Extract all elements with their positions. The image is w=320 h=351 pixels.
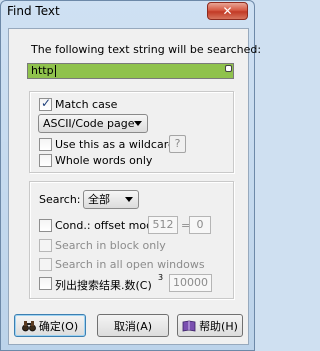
list-results-superscript: 3 — [158, 273, 164, 282]
search-prompt: The following text string will be search… — [31, 43, 262, 56]
wildcard-label: Use this as a wildcard: — [55, 138, 179, 151]
search-scope-selected: 全部 — [88, 193, 110, 206]
binoculars-icon — [21, 320, 36, 331]
chevron-down-icon — [134, 121, 142, 126]
search-scope-select[interactable]: 全部 — [83, 190, 139, 209]
ok-label: 确定(O) — [38, 319, 79, 333]
encoding-select[interactable]: ASCII/Code page — [38, 114, 148, 133]
list-results-count-field[interactable]: 10000 — [169, 274, 212, 292]
list-results-checkbox[interactable] — [39, 277, 52, 290]
help-label: 帮助(H) — [199, 319, 238, 333]
all-windows-label: Search in all open windows — [55, 258, 205, 271]
whole-words-checkbox[interactable] — [39, 154, 52, 167]
wildcard-char-button[interactable]: ? — [169, 135, 186, 153]
match-case-checkbox[interactable] — [39, 96, 52, 111]
ok-button[interactable]: 确定(O) — [14, 314, 86, 337]
search-input-value: http — [31, 64, 54, 77]
search-scope-label: Search: — [39, 193, 81, 206]
all-windows-checkbox[interactable] — [39, 258, 52, 271]
wildcard-checkbox[interactable] — [39, 138, 52, 151]
encoding-selected: ASCII/Code page — [43, 117, 135, 130]
whole-words-label: Whole words only — [55, 154, 153, 167]
search-input[interactable]: http — [27, 63, 234, 79]
input-expand-handle[interactable] — [225, 65, 232, 72]
title-bar[interactable]: Find Text ✕ — [1, 1, 254, 23]
help-book-icon — [182, 320, 196, 331]
cancel-button[interactable]: 取消(A) — [97, 314, 169, 337]
block-only-label: Search in block only — [55, 239, 166, 252]
cancel-label: 取消(A) — [113, 319, 153, 333]
find-text-window: Find Text ✕ The following text string wi… — [0, 0, 261, 351]
offset-modulus-field[interactable]: 512 — [148, 216, 178, 234]
offset-remainder-field[interactable]: 0 — [189, 216, 211, 234]
help-button[interactable]: 帮助(H) — [177, 314, 243, 337]
block-only-checkbox[interactable] — [39, 239, 52, 252]
close-icon: ✕ — [222, 4, 233, 18]
close-button[interactable]: ✕ — [207, 2, 248, 20]
match-case-label: Match case — [55, 98, 118, 111]
window-title: Find Text — [7, 4, 60, 18]
chevron-down-icon — [125, 197, 133, 202]
cond-offset-checkbox[interactable] — [39, 219, 52, 232]
text-caret — [54, 65, 56, 77]
cond-offset-label: Cond.: offset mod — [55, 219, 154, 232]
list-results-label: 列出搜索结果.数(C) — [55, 279, 152, 292]
